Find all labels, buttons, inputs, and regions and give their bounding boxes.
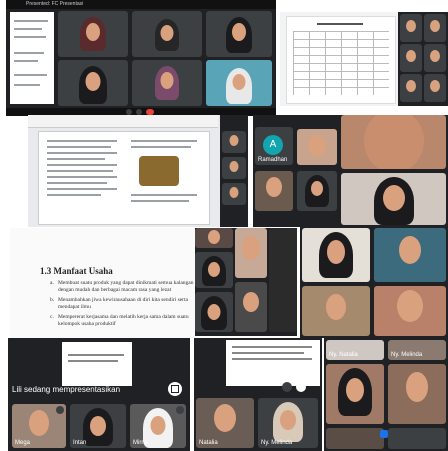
doc-list-item: c. Mempererat kerjasama dan melatih kerj… <box>50 313 189 328</box>
participant-name: Intan <box>73 440 87 446</box>
meet-screenshot-middle-right: A Ramadhan <box>253 115 448 227</box>
participant-tile: A Ramadhan <box>255 127 293 165</box>
participant-tile: Ny. Melinda <box>388 340 446 360</box>
participant-tile <box>235 228 267 278</box>
fullscreen-button[interactable] <box>168 382 182 396</box>
participant-tile <box>400 44 422 72</box>
participant-tile <box>132 11 202 57</box>
participant-tile <box>326 428 384 449</box>
doc-list-item: b. Menambahkan jiwa kewirausahaan di dir… <box>50 296 188 311</box>
meet-title-bar: Presented: FC Presentasi <box>6 0 276 9</box>
participant-avatar: A <box>263 135 283 155</box>
participant-tile <box>269 228 297 332</box>
participant-tile <box>222 183 246 205</box>
participant-tile <box>297 171 337 211</box>
meet-screenshot-bottom-left: Lili sedang mempresentasikan Mega Intan … <box>8 338 190 451</box>
participant-tile <box>206 60 272 106</box>
participant-tile <box>374 228 446 282</box>
expand-icon <box>171 385 179 393</box>
participant-tile <box>195 228 233 248</box>
participant-tile <box>388 428 446 449</box>
mic-off-icon <box>56 406 64 414</box>
participant-tile <box>206 11 272 57</box>
participant-name: Ny. Natalia <box>329 352 358 358</box>
participant-tile <box>58 11 128 57</box>
food-photo <box>139 156 179 186</box>
participant-tile <box>222 157 246 179</box>
meet-screenshot-bottom-middle: Natalia Ny. Melinda <box>194 338 322 451</box>
fullscreen-button[interactable] <box>296 382 306 392</box>
participant-tile <box>195 252 233 288</box>
presentation-thumbnail <box>10 12 54 104</box>
mic-off-icon <box>116 406 124 414</box>
meet-screenshot-right-grid <box>300 226 448 338</box>
participant-name: Natalia <box>199 440 218 446</box>
participant-name: Mirna <box>133 440 149 446</box>
presentation-preview <box>62 342 132 386</box>
doc-list: a. Membuat suatu produk yang dapat dinik… <box>50 280 196 329</box>
meet-screenshot-bottom-right: Ny. Natalia Ny. Melinda <box>324 338 448 451</box>
meet-screenshot-top-left: Presented: FC Presentasi <box>6 0 276 116</box>
document-page <box>38 131 210 225</box>
participant-tile <box>424 14 446 42</box>
word-ribbon <box>28 115 218 128</box>
participant-tile <box>400 74 422 102</box>
meet-screenshot-center-column <box>195 228 297 336</box>
mic-off-icon <box>176 406 184 414</box>
participant-tile <box>297 129 337 165</box>
participant-tile: Intan <box>70 404 126 448</box>
presenting-banner: Lili sedang mempresentasikan <box>8 382 190 398</box>
doc-heading: 1.3 Manfaat Usaha <box>40 266 113 276</box>
participant-tile <box>222 131 246 153</box>
participant-tile <box>302 228 370 282</box>
stop-presenting-button[interactable] <box>380 430 388 438</box>
doc-list-item: a. Membuat suatu produk yang dapat dinik… <box>50 280 194 294</box>
participant-name: Ny. Melinda <box>261 440 293 446</box>
participant-tile <box>341 115 446 169</box>
participant-tile <box>132 60 202 106</box>
spreadsheet-grid <box>293 31 389 95</box>
pin-button[interactable] <box>282 382 292 392</box>
participant-tile: Mirna <box>130 404 186 448</box>
participant-name: Mega <box>15 440 31 446</box>
participant-tile <box>424 74 446 102</box>
participant-tile <box>302 286 370 336</box>
participant-tile <box>400 14 422 42</box>
participant-tile <box>374 286 446 336</box>
spreadsheet-document <box>286 16 396 104</box>
meet-screenshot-top-right <box>280 12 448 106</box>
meet-title: Presented: FC Presentasi <box>26 1 84 7</box>
participant-tile <box>195 292 233 332</box>
presenting-text: Lili sedang mempresentasikan <box>12 385 121 394</box>
participant-tile: Mega <box>12 404 66 448</box>
participant-name: Ny. Melinda <box>391 352 423 358</box>
participant-tile <box>326 364 384 424</box>
participant-tile <box>255 171 293 211</box>
participant-tile <box>388 364 446 424</box>
document-screenshot: 1.3 Manfaat Usaha a. Membuat suatu produ… <box>10 228 198 338</box>
participant-tile: Natalia <box>196 398 254 448</box>
meet-screenshot-middle-left <box>28 115 248 227</box>
participant-tile <box>424 44 446 72</box>
participant-tile: Ny. Melinda <box>258 398 318 448</box>
participant-tile: Ny. Natalia <box>326 340 384 360</box>
participant-tile <box>58 60 128 106</box>
participant-tile <box>235 282 267 332</box>
participant-tile <box>341 173 446 225</box>
participant-name: Ramadhan <box>258 157 288 163</box>
presentation-preview <box>226 340 320 386</box>
